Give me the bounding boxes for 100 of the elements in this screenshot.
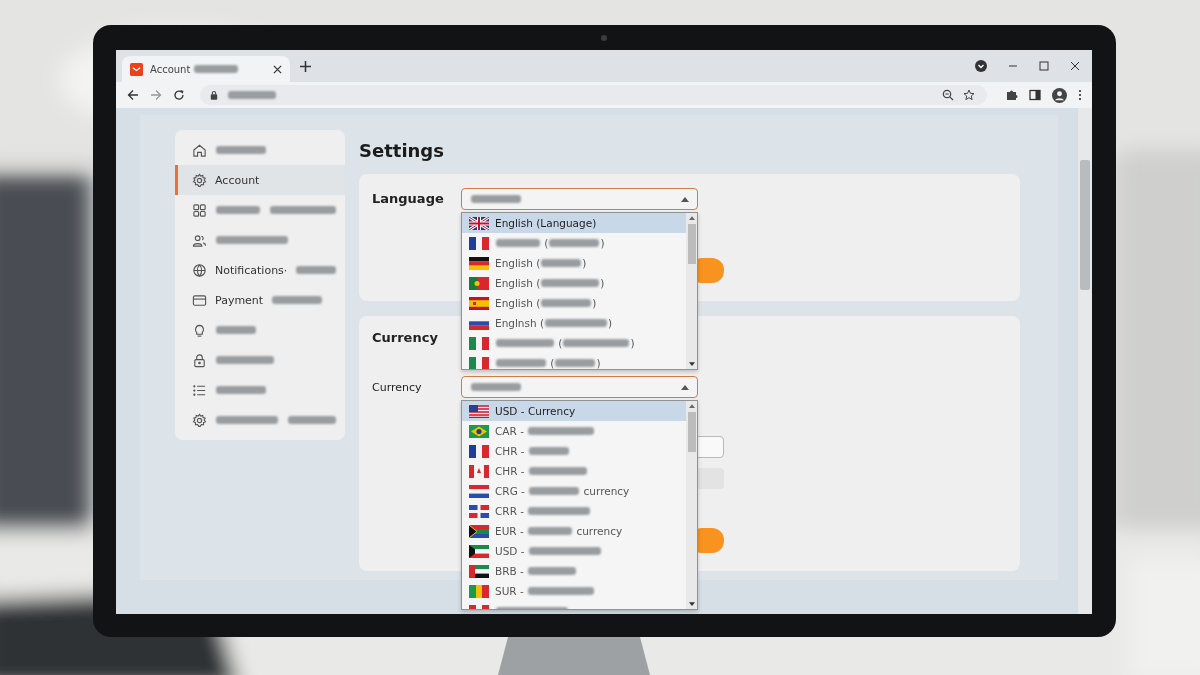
flag-icon	[469, 464, 489, 478]
blurred-text	[528, 507, 591, 515]
card-icon	[192, 292, 207, 308]
dropdown-option[interactable]: English (Language)	[462, 213, 686, 233]
blurred-text	[496, 239, 540, 247]
sidebar-item[interactable]: Account	[175, 165, 345, 195]
flag-icon	[469, 256, 489, 270]
blurred-text	[194, 65, 239, 73]
scrollbar-track[interactable]	[1078, 108, 1092, 614]
list-icon	[192, 382, 207, 398]
scroll-down-icon[interactable]	[688, 362, 695, 366]
dropdown-option[interactable]: Englnsh ( )	[462, 313, 686, 333]
dropdown-option[interactable]: CRR -	[462, 501, 686, 521]
blurred-text	[529, 447, 569, 455]
zoom-icon[interactable]	[942, 89, 954, 101]
blurred-text	[272, 296, 323, 304]
blurred-text	[528, 427, 595, 435]
flag-icon	[469, 584, 489, 598]
page-title: Settings	[359, 140, 445, 162]
star-icon[interactable]	[963, 89, 975, 101]
gear-icon	[192, 412, 207, 428]
flag-icon	[469, 444, 489, 458]
lock-icon	[192, 352, 207, 368]
blurred-text	[216, 416, 278, 424]
mail-icon	[130, 62, 143, 76]
sidebar-item[interactable]: Notifications·	[175, 255, 345, 285]
scroll-up-icon[interactable]	[688, 216, 695, 220]
blurred-text	[555, 359, 596, 367]
profile-icon[interactable]	[1052, 87, 1067, 103]
scroll-up-icon[interactable]	[688, 404, 695, 408]
flag-icon	[469, 484, 489, 498]
grid-icon	[192, 202, 207, 218]
flag-icon	[469, 236, 489, 250]
section-heading: Currency	[372, 329, 439, 347]
forward-arrow-icon[interactable]	[150, 89, 162, 101]
blurred-text	[528, 587, 595, 595]
dropdown-option[interactable]: USD - Currency	[462, 401, 686, 421]
close-icon[interactable]	[273, 64, 282, 74]
dropdown-option[interactable]: EUR - currency	[462, 521, 686, 541]
flag-icon	[469, 524, 489, 538]
sidebar-icon[interactable]	[1029, 89, 1041, 101]
back-arrow-icon[interactable]	[127, 89, 139, 101]
browser-tab[interactable]: Account	[122, 56, 290, 82]
menu-icon[interactable]	[1078, 89, 1082, 101]
blurred-text	[216, 326, 256, 334]
scroll-down-icon[interactable]	[688, 602, 695, 606]
scrollbar-track[interactable]	[686, 213, 697, 369]
dropdown-option[interactable]: English ( )	[462, 293, 686, 313]
blurred-text	[529, 487, 580, 495]
dropdown-select[interactable]	[461, 376, 698, 398]
dropdown-option[interactable]: USD -	[462, 541, 686, 561]
caret-icon	[681, 196, 689, 202]
dropdown-option[interactable]: BRB -	[462, 561, 686, 581]
dropdown-select[interactable]	[461, 188, 698, 210]
reload-icon[interactable]	[173, 89, 185, 101]
blurred-text	[528, 527, 573, 535]
blurred-text	[216, 386, 266, 394]
dropdown-option[interactable]: SUR -	[462, 581, 686, 601]
blurred-text	[528, 567, 577, 575]
sidebar-item[interactable]: Payment	[175, 285, 345, 315]
dropdown-option[interactable]: ( )	[462, 353, 686, 369]
blurred-text	[216, 236, 288, 244]
webcam-icon	[601, 35, 607, 41]
flag-icon	[469, 296, 489, 310]
flag-icon	[469, 564, 489, 578]
blurred-text	[496, 359, 546, 367]
blurred-text	[541, 299, 592, 307]
chevron-circle-icon[interactable]	[975, 60, 987, 72]
blurred-text	[270, 206, 336, 214]
dropdown-option[interactable]: ( )	[462, 333, 686, 353]
flag-icon	[469, 424, 489, 438]
users-icon	[192, 232, 207, 248]
blurred-text	[296, 266, 336, 274]
close-icon[interactable]	[1070, 61, 1080, 71]
maximize-icon[interactable]	[1039, 61, 1049, 71]
lock-icon	[210, 90, 218, 100]
flag-icon	[469, 544, 489, 558]
blurred-text	[549, 239, 600, 247]
dropdown-option[interactable]: ( )	[462, 233, 686, 253]
flag-icon	[469, 336, 489, 350]
gear-icon	[192, 172, 207, 188]
dropdown-option[interactable]: CHR -	[462, 441, 686, 461]
section-heading: Language	[372, 190, 445, 208]
globe-icon	[192, 262, 207, 278]
dropdown-option[interactable]: CHR -	[462, 461, 686, 481]
flag-icon	[469, 216, 489, 230]
scrollbar-track[interactable]	[686, 401, 697, 609]
scrollbar-thumb[interactable]	[687, 412, 696, 452]
dropdown-option[interactable]: CRG - currency	[462, 481, 686, 501]
dropdown-option[interactable]: English ( )	[462, 253, 686, 273]
field-label: Currency	[372, 380, 423, 394]
scrollbar-thumb[interactable]	[1080, 160, 1090, 290]
blurred-text	[496, 339, 554, 347]
flag-icon	[469, 276, 489, 290]
new-tab-icon[interactable]	[300, 60, 311, 72]
dropdown-option[interactable]: CAR -	[462, 421, 686, 441]
blurred-text	[541, 259, 582, 267]
blurred-text	[545, 319, 608, 327]
dropdown-option[interactable]: English ( )	[462, 273, 686, 293]
scrollbar-thumb[interactable]	[687, 224, 696, 264]
